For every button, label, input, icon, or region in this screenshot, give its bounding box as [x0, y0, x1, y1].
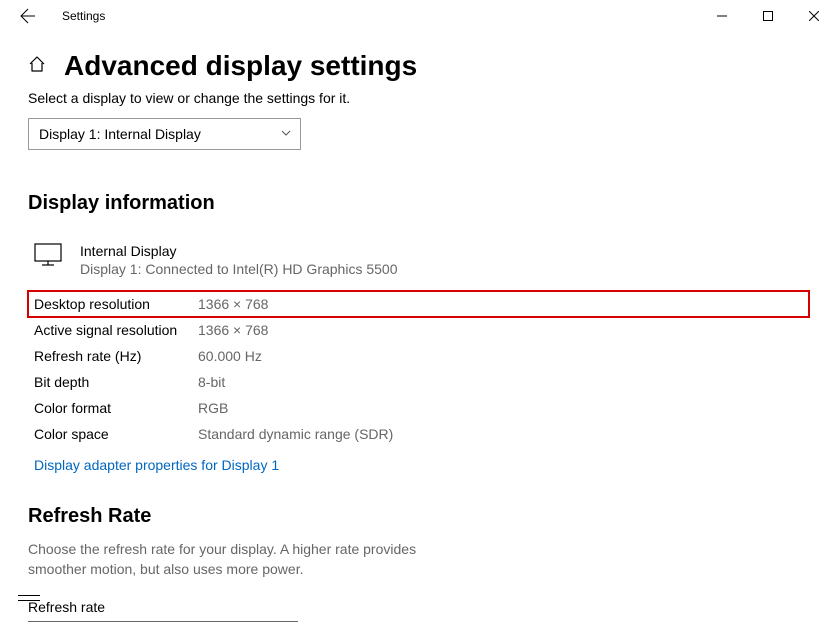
refresh-rate-section: Refresh Rate Choose the refresh rate for…	[28, 505, 809, 622]
monitor-icon	[34, 243, 62, 277]
refresh-rate-heading: Refresh Rate	[28, 505, 809, 528]
display-info-grid: Desktop resolution 1366 × 768 Active sig…	[28, 291, 809, 447]
window-controls	[699, 0, 837, 32]
window-title: Settings	[62, 9, 105, 23]
arrow-left-icon	[20, 8, 36, 24]
value-active-resolution: 1366 × 768	[198, 322, 268, 338]
display-card: Internal Display Display 1: Connected to…	[34, 243, 809, 277]
row-desktop-resolution: Desktop resolution 1366 × 768	[28, 291, 809, 317]
display-name: Internal Display	[80, 243, 397, 259]
bottom-indicator	[18, 595, 40, 601]
back-button[interactable]	[8, 0, 48, 32]
value-color-space: Standard dynamic range (SDR)	[198, 426, 393, 442]
row-color-format: Color format RGB	[28, 395, 809, 421]
display-connection: Display 1: Connected to Intel(R) HD Grap…	[80, 261, 397, 277]
row-active-resolution: Active signal resolution 1366 × 768	[28, 317, 809, 343]
page-content: Advanced display settings Select a displ…	[0, 32, 837, 622]
titlebar: Settings	[0, 0, 837, 32]
page-header: Advanced display settings	[28, 50, 809, 82]
row-bit-depth: Bit depth 8-bit	[28, 369, 809, 395]
maximize-button[interactable]	[745, 0, 791, 32]
row-refresh-rate: Refresh rate (Hz) 60.000 Hz	[28, 343, 809, 369]
home-button[interactable]	[28, 55, 46, 78]
label-active-resolution: Active signal resolution	[34, 322, 198, 338]
close-icon	[809, 11, 819, 21]
row-color-space: Color space Standard dynamic range (SDR)	[28, 421, 809, 447]
home-icon	[28, 55, 46, 73]
label-color-format: Color format	[34, 400, 198, 416]
page-title: Advanced display settings	[64, 50, 417, 82]
minimize-button[interactable]	[699, 0, 745, 32]
label-refresh-rate: Refresh rate (Hz)	[34, 348, 198, 364]
value-desktop-resolution: 1366 × 768	[198, 296, 268, 312]
value-refresh-rate: 60.000 Hz	[198, 348, 262, 364]
value-bit-depth: 8-bit	[198, 374, 225, 390]
chevron-down-icon	[280, 127, 292, 142]
display-select[interactable]: Display 1: Internal Display	[28, 118, 301, 150]
value-color-format: RGB	[198, 400, 228, 416]
page-subtitle: Select a display to view or change the s…	[28, 90, 809, 106]
display-select-value: Display 1: Internal Display	[39, 126, 201, 142]
maximize-icon	[763, 11, 773, 21]
minimize-icon	[717, 11, 727, 21]
adapter-properties-link[interactable]: Display adapter properties for Display 1	[34, 457, 279, 473]
label-desktop-resolution: Desktop resolution	[34, 296, 198, 312]
label-bit-depth: Bit depth	[34, 374, 198, 390]
label-color-space: Color space	[34, 426, 198, 442]
close-button[interactable]	[791, 0, 837, 32]
refresh-rate-field-label: Refresh rate	[28, 599, 809, 615]
refresh-rate-description: Choose the refresh rate for your display…	[28, 540, 468, 579]
display-info-heading: Display information	[28, 192, 809, 215]
